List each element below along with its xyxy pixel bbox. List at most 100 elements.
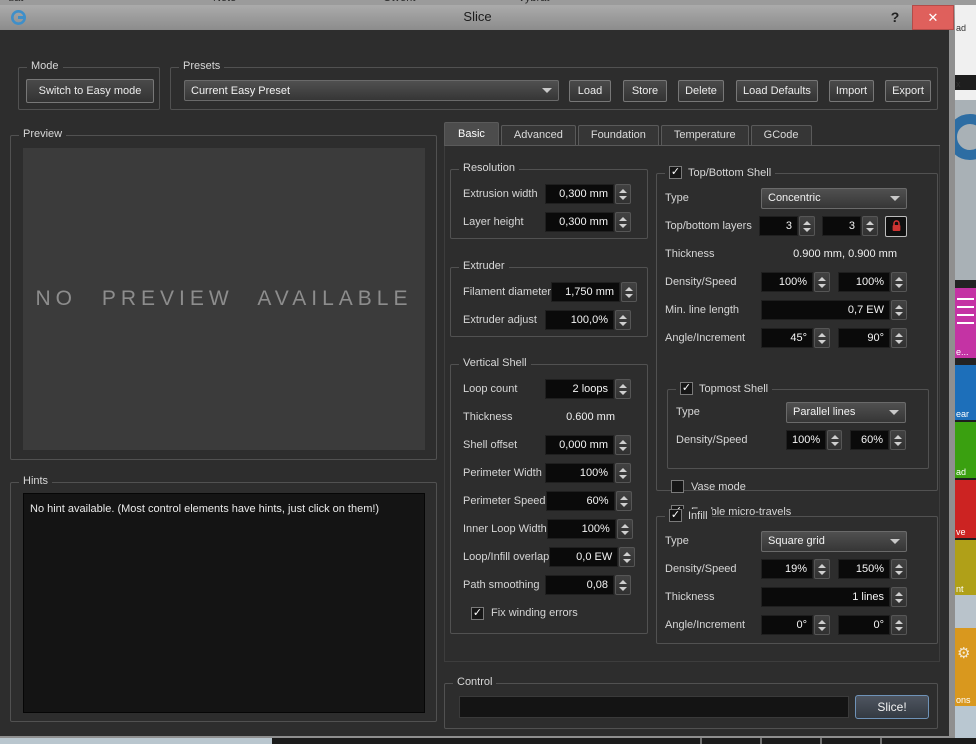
bg-toolbar-button-green[interactable]: ad [955, 422, 976, 478]
spin-value[interactable]: 100,0% [545, 310, 614, 330]
spin-arrows[interactable] [615, 212, 631, 232]
spin-value[interactable]: 1,750 mm [551, 282, 620, 302]
spin-arrows[interactable] [891, 587, 907, 607]
spin-value[interactable]: 100% [786, 430, 826, 450]
loop-infill-overlap-spinner[interactable]: 0,0 EW [549, 547, 635, 567]
spin-arrows[interactable] [615, 435, 631, 455]
spin-value[interactable]: 90° [838, 328, 890, 348]
slice-button[interactable]: Slice! [855, 695, 929, 719]
tbs-angle-spinner[interactable]: 45° [761, 328, 830, 348]
spin-down-icon[interactable] [895, 627, 903, 631]
export-button[interactable]: Export [885, 80, 931, 102]
spin-arrows[interactable] [615, 184, 631, 204]
spin-up-icon[interactable] [619, 384, 627, 388]
spin-value[interactable]: 0° [838, 615, 890, 635]
spin-down-icon[interactable] [625, 294, 633, 298]
spin-value[interactable]: 0° [761, 615, 813, 635]
infill-increment-spinner[interactable]: 0° [838, 615, 907, 635]
spin-value[interactable]: 100% [547, 519, 616, 539]
close-button[interactable]: ✕ [912, 5, 954, 30]
spin-arrows[interactable] [814, 615, 830, 635]
spin-arrows[interactable] [616, 491, 632, 511]
spin-down-icon[interactable] [866, 228, 874, 232]
tbs-type-dropdown[interactable]: Concentric [761, 188, 907, 209]
spin-value[interactable]: 100% [761, 272, 813, 292]
spin-value[interactable]: 150% [838, 559, 890, 579]
topmost-type-dropdown[interactable]: Parallel lines [786, 402, 906, 423]
bg-toolbar-button-magenta[interactable]: e... [955, 288, 976, 358]
extruder-adjust-spinner[interactable]: 100,0% [545, 310, 631, 330]
spin-up-icon[interactable] [818, 333, 826, 337]
spin-down-icon[interactable] [818, 627, 826, 631]
preset-dropdown[interactable]: Current Easy Preset [184, 80, 559, 101]
spin-up-icon[interactable] [895, 333, 903, 337]
infill-type-dropdown[interactable]: Square grid [761, 531, 907, 552]
spin-down-icon[interactable] [619, 224, 627, 228]
spin-value[interactable]: 3 [822, 216, 861, 236]
spin-arrows[interactable] [891, 615, 907, 635]
spin-arrows[interactable] [890, 430, 906, 450]
infill-angle-spinner[interactable]: 0° [761, 615, 830, 635]
loop-count-spinner[interactable]: 2 loops [545, 379, 631, 399]
vase-mode-checkbox[interactable] [671, 480, 684, 493]
spin-down-icon[interactable] [621, 531, 629, 535]
spin-up-icon[interactable] [619, 580, 627, 584]
extrusion-width-spinner[interactable]: 0,300 mm [545, 184, 631, 204]
spin-up-icon[interactable] [619, 189, 627, 193]
spin-up-icon[interactable] [895, 305, 903, 309]
spin-up-icon[interactable] [619, 217, 627, 221]
spin-arrows[interactable] [615, 379, 631, 399]
spin-up-icon[interactable] [894, 435, 902, 439]
infill-thickness-spinner[interactable]: 1 lines [761, 587, 907, 607]
tab-foundation[interactable]: Foundation [578, 125, 659, 145]
spin-value[interactable]: 60% [850, 430, 889, 450]
top-layers-spinner[interactable]: 3 [759, 216, 815, 236]
spin-down-icon[interactable] [818, 571, 826, 575]
spin-up-icon[interactable] [620, 496, 628, 500]
spin-value[interactable]: 19% [761, 559, 813, 579]
spin-down-icon[interactable] [818, 340, 826, 344]
spin-arrows[interactable] [814, 272, 830, 292]
spin-arrows[interactable] [617, 519, 633, 539]
switch-easy-mode-button[interactable]: Switch to Easy mode [26, 79, 154, 103]
bg-toolbar-button-red[interactable]: ve [955, 480, 976, 538]
help-button[interactable]: ? [884, 7, 906, 28]
path-smoothing-spinner[interactable]: 0,08 [545, 575, 631, 595]
spin-down-icon[interactable] [619, 447, 627, 451]
spin-down-icon[interactable] [619, 475, 627, 479]
spin-arrows[interactable] [615, 310, 631, 330]
bg-toolbar-button-blue[interactable]: ear [955, 365, 976, 420]
spin-down-icon[interactable] [895, 599, 903, 603]
spin-down-icon[interactable] [619, 587, 627, 591]
spin-down-icon[interactable] [803, 228, 811, 232]
spin-up-icon[interactable] [818, 277, 826, 281]
spin-value[interactable]: 3 [759, 216, 798, 236]
tab-temperature[interactable]: Temperature [661, 125, 749, 145]
bottom-layers-spinner[interactable]: 3 [822, 216, 878, 236]
spin-down-icon[interactable] [619, 322, 627, 326]
filament-diameter-spinner[interactable]: 1,750 mm [551, 282, 637, 302]
spin-arrows[interactable] [827, 430, 842, 450]
perimeter-speed-spinner[interactable]: 60% [546, 491, 632, 511]
spin-arrows[interactable] [814, 328, 830, 348]
spin-up-icon[interactable] [895, 564, 903, 568]
topmost-speed-spinner[interactable]: 60% [850, 430, 906, 450]
spin-arrows[interactable] [615, 575, 631, 595]
spin-value[interactable]: 100% [545, 463, 614, 483]
infill-speed-spinner[interactable]: 150% [838, 559, 907, 579]
spin-arrows[interactable] [619, 547, 635, 567]
spin-up-icon[interactable] [803, 221, 811, 225]
spin-up-icon[interactable] [619, 315, 627, 319]
bg-toolbar-button-orange[interactable]: ⚙ ons [955, 628, 976, 706]
store-button[interactable]: Store [623, 80, 667, 102]
spin-down-icon[interactable] [895, 571, 903, 575]
bg-clear-button[interactable]: x [955, 75, 976, 90]
spin-up-icon[interactable] [866, 221, 874, 225]
spin-arrows[interactable] [799, 216, 815, 236]
fix-winding-errors-checkbox[interactable] [471, 607, 484, 620]
tbs-speed-spinner[interactable]: 100% [838, 272, 907, 292]
tab-basic[interactable]: Basic [444, 122, 499, 145]
spin-up-icon[interactable] [818, 620, 826, 624]
spin-up-icon[interactable] [619, 440, 627, 444]
spin-up-icon[interactable] [619, 468, 627, 472]
